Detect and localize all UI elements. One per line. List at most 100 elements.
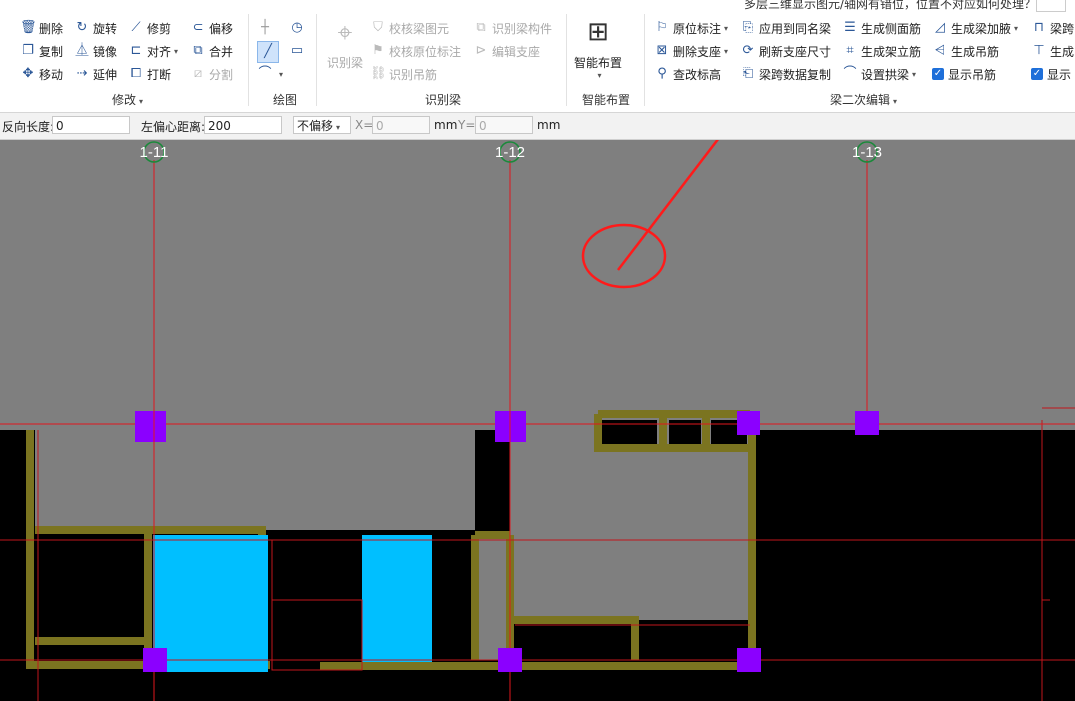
draw-angle-button[interactable]: ◷ — [289, 18, 308, 38]
in-situ-annotation-button[interactable]: ⚐ 原位标注 ▾ — [654, 18, 728, 38]
column[interactable] — [143, 648, 167, 672]
group-divider — [248, 14, 249, 106]
trim-button[interactable]: ⟋ 修剪 — [128, 18, 171, 38]
draw-line-button[interactable]: ╱ — [257, 41, 279, 63]
extend-button[interactable]: ⇢ 延伸 — [74, 64, 117, 84]
generate-button[interactable]: ⊤ 生成 — [1031, 41, 1074, 61]
copy-icon: ❐ — [22, 43, 34, 58]
edit-support-button[interactable]: ⊳ 编辑支座 — [473, 41, 540, 61]
generate-haunch-button[interactable]: ◿ 生成梁加腋 ▾ — [932, 18, 1018, 38]
rotate-button[interactable]: ↻ 旋转 — [74, 18, 117, 38]
rotate-icon: ↻ — [76, 20, 88, 35]
check-in-situ-annotation-button[interactable]: ⚑ 校核原位标注 — [370, 41, 461, 61]
refresh-icon: ⟳ — [742, 43, 754, 58]
grid-layout-icon: ⊞ — [587, 17, 609, 47]
group-label-recognize: 识别梁 — [425, 93, 462, 107]
generate-side-bars-button[interactable]: ☰ 生成侧面筋 — [842, 18, 921, 38]
ribbon-toolbar: 多层三维显示图元/轴网有错位，位置不对应如何处理？ 🗑 删除 ↻ 旋转 ⟋ 修剪 ⊂ 偏… — [0, 0, 1075, 113]
checkbox-checked-icon: ✓ — [1031, 68, 1043, 80]
identify-hanger-bars-button[interactable]: ⛓ 识别吊筋 — [370, 64, 437, 84]
drawing-canvas[interactable]: 1-11 1-12 1-13 — [0, 140, 1075, 701]
draw-point-button[interactable]: ┼ — [257, 18, 276, 38]
show-hanger-bars-checkbox[interactable]: ✓ 显示吊筋 — [932, 64, 996, 84]
y-label: Y= — [458, 118, 476, 132]
show-checkbox[interactable]: ✓ 显示 — [1031, 64, 1071, 84]
support-icon: ⊳ — [475, 43, 487, 58]
chevron-down-icon: ▾ — [174, 46, 179, 56]
chevron-down-icon: ▾ — [597, 71, 602, 80]
align-button[interactable]: ⊏ 对齐 ▾ — [128, 41, 178, 61]
trim-icon: ⟋ — [131, 20, 141, 35]
delete-button[interactable]: 🗑 删除 — [20, 18, 63, 38]
column[interactable] — [855, 411, 879, 435]
span-icon: ⊓ — [1033, 20, 1045, 35]
refresh-support-size-button[interactable]: ⟳ 刷新支座尺寸 — [740, 41, 831, 61]
open-area — [260, 430, 475, 530]
chevron-down-icon: ▾ — [724, 23, 729, 33]
group-divider — [316, 14, 317, 106]
column[interactable] — [737, 411, 760, 435]
rectangle-icon: ▭ — [290, 43, 304, 58]
apply-same-beam-button[interactable]: ⎘ 应用到同名梁 — [740, 18, 831, 38]
chevron-down-icon: ▾ — [724, 46, 729, 56]
offset-mode-select[interactable]: 不偏移 ▾ — [293, 116, 351, 134]
merge-button[interactable]: ⧉ 合并 — [190, 41, 233, 61]
break-icon: ⧠ — [130, 66, 142, 81]
group-label-modify[interactable]: 修改 ▾ — [112, 91, 143, 108]
x-input[interactable]: 0 — [372, 116, 430, 134]
slab-left[interactable] — [153, 535, 268, 672]
mirror-button[interactable]: ⏅ 镜像 — [74, 41, 117, 61]
span-data-copy-button[interactable]: ⎗ 梁跨数据复制 — [740, 64, 831, 84]
move-button[interactable]: ✥ 移动 — [20, 64, 63, 84]
line-icon: ╱ — [264, 44, 272, 59]
check-icon: ⛉ — [373, 20, 383, 35]
group-label-draw: 绘图 — [273, 93, 298, 107]
members-icon: ⧉ — [476, 20, 486, 35]
identify-beam-members-button[interactable]: ⧉ 识别梁构件 — [473, 18, 552, 38]
generate-stirrup-bars-button[interactable]: ⌗ 生成架立筋 — [842, 41, 921, 61]
draw-arc-button[interactable]: ⌒ ▾ — [257, 64, 283, 84]
set-arch-beam-button[interactable]: ⌒ 设置拱梁 ▾ — [842, 64, 916, 84]
align-icon: ⊏ — [130, 43, 142, 58]
left-offset-input[interactable]: 200 — [204, 116, 282, 134]
search-icon[interactable] — [1036, 0, 1066, 12]
beam-span-button[interactable]: ⊓ 梁跨 — [1031, 18, 1074, 38]
chevron-down-icon: ▾ — [139, 97, 144, 106]
column[interactable] — [135, 411, 166, 442]
split-button[interactable]: ⧄ 分割 — [190, 64, 233, 84]
smart-layout-button[interactable]: ⊞ 智能布置 ▾ — [572, 16, 624, 86]
axis-label-1-13: 1-13 — [852, 144, 882, 161]
stirrup-icon: ⌗ — [846, 43, 854, 58]
copy-button[interactable]: ❐ 复制 — [20, 41, 63, 61]
axis-label-1-11: 1-11 — [140, 144, 169, 161]
delete-support-button[interactable]: ⊠ 删除支座 ▾ — [654, 41, 728, 61]
column[interactable] — [737, 648, 761, 672]
slab-middle[interactable] — [362, 535, 432, 662]
move-icon: ✥ — [22, 66, 34, 81]
offset-icon: ⊂ — [192, 20, 204, 35]
offset-button[interactable]: ⊂ 偏移 — [190, 18, 233, 38]
split-icon: ⧄ — [193, 66, 203, 81]
chevron-down-icon: ▾ — [279, 69, 284, 79]
top-help-hint[interactable]: 多层三维显示图元/轴网有错位，位置不对应如何处理？ — [744, 0, 1036, 12]
x-label: X= — [355, 118, 374, 132]
side-bars-icon: ☰ — [844, 20, 856, 35]
modify-elevation-button[interactable]: ⚲ 查改标高 — [654, 64, 721, 84]
generate-hanger-button[interactable]: ⩤ 生成吊筋 — [932, 41, 999, 61]
break-button[interactable]: ⧠ 打断 — [128, 64, 171, 84]
draw-rectangle-button[interactable]: ▭ — [289, 41, 308, 61]
mirror-icon: ⏅ — [75, 43, 89, 58]
group-label-beam-edit[interactable]: 梁二次编辑 ▾ — [830, 91, 897, 108]
open-area — [35, 430, 260, 530]
chevron-down-icon: ▾ — [893, 97, 898, 106]
column[interactable] — [498, 648, 522, 672]
apply-icon: ⎘ — [742, 20, 754, 35]
y-input[interactable]: 0 — [475, 116, 533, 134]
identify-beam-button[interactable]: ⌖ 识别梁 — [326, 18, 364, 74]
reverse-length-input[interactable]: 0 — [52, 116, 130, 134]
elevation-icon: ⚲ — [657, 66, 667, 81]
group-divider — [566, 14, 567, 106]
axis-label-1-12: 1-12 — [495, 144, 525, 161]
check-beam-elements-button[interactable]: ⛉ 校核梁图元 — [370, 18, 449, 38]
haunch-icon: ◿ — [935, 20, 945, 35]
